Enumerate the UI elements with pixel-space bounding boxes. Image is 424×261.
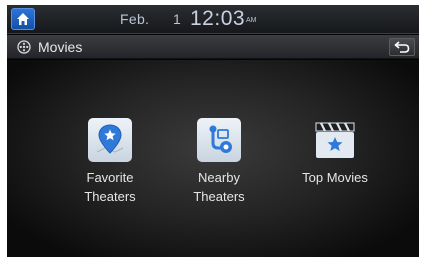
clapperboard-star-icon (315, 122, 355, 158)
nearby-theaters-tile (197, 118, 241, 162)
top-movies-button[interactable]: Top Movies (280, 118, 390, 187)
favorite-theaters-label-1: Favorite (86, 170, 134, 185)
nearby-theaters-label-1: Nearby (198, 170, 240, 185)
status-bar: Feb. 1 12:03 AM (7, 5, 419, 34)
back-arrow-icon (394, 41, 410, 53)
back-button[interactable] (389, 38, 415, 56)
page-title: Movies (38, 39, 83, 55)
home-button[interactable] (11, 8, 35, 30)
status-day: 1 (173, 11, 181, 27)
movies-menu: Favorite Theaters Nearby Theaters Top Mo… (7, 60, 419, 257)
status-ampm: AM (246, 17, 257, 24)
favorite-theaters-label-2: Theaters (84, 189, 136, 204)
route-map-icon (209, 125, 232, 153)
top-movies-label: Top Movies (302, 170, 368, 185)
favorite-theaters-tile (88, 118, 132, 162)
nearby-theaters-button[interactable]: Nearby Theaters (164, 118, 274, 206)
map-pin-star-icon (96, 124, 124, 154)
nearby-theaters-label-2: Theaters (193, 189, 245, 204)
title-bar: Movies (7, 35, 419, 59)
favorite-theaters-button[interactable]: Favorite Theaters (55, 118, 165, 206)
head-unit-screen: Feb. 1 12:03 AM Movies Favorite Theaters… (7, 5, 419, 257)
status-time: 12:03 (190, 7, 246, 30)
status-date: Feb. (120, 11, 150, 27)
top-movies-tile (313, 118, 357, 162)
home-icon (17, 13, 29, 25)
movies-reel-icon (17, 40, 31, 54)
